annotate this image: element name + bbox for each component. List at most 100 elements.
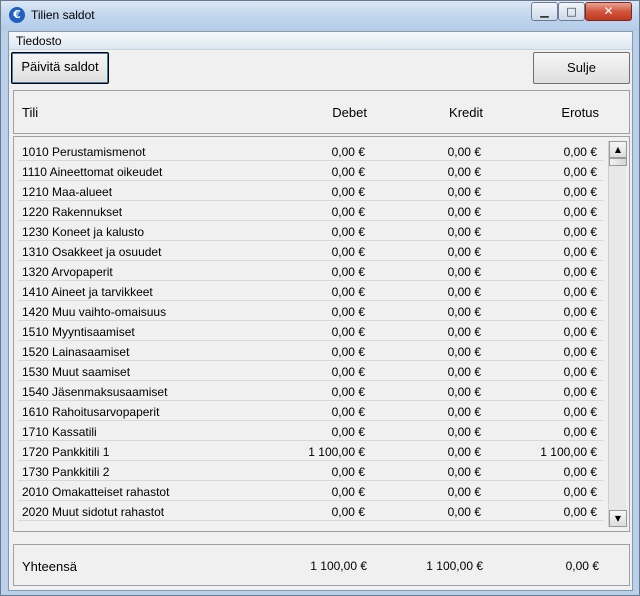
table-row[interactable]: 1720 Pankkitili 1 1 100,00 € 0,00 € 1 100,0… [18, 441, 603, 461]
minimize-icon: ▁ [540, 5, 549, 18]
table-row[interactable]: 1110 Aineettomat oikeudet 0,00 € 0,00 € 0,0… [18, 161, 603, 181]
debit-cell: 0,00 € [331, 465, 365, 479]
table-row[interactable]: 1530 Muut saamiset 0,00 € 0,00 € 0,00 € [18, 361, 603, 381]
table-row[interactable]: 1710 Kassatili 0,00 € 0,00 € 0,00 € [18, 421, 603, 441]
totals-row: Yhteensä 1 100,00 € 1 100,00 € 0,00 € [13, 544, 630, 586]
credit-cell: 0,00 € [447, 425, 481, 439]
credit-cell: 0,00 € [447, 485, 481, 499]
difference-cell: 0,00 € [563, 145, 597, 159]
header-difference: Erotus [561, 105, 599, 120]
difference-cell: 0,00 € [563, 485, 597, 499]
account-cell: 1730 Pankkitili 2 [22, 465, 110, 479]
credit-cell: 0,00 € [447, 505, 481, 519]
difference-cell: 0,00 € [563, 165, 597, 179]
credit-cell: 0,00 € [447, 285, 481, 299]
table-row[interactable]: 1540 Jäsenmaksusaamiset 0,00 € 0,00 € 0,00 … [18, 381, 603, 401]
difference-cell: 0,00 € [563, 205, 597, 219]
account-cell: 1540 Jäsenmaksusaamiset [22, 385, 168, 399]
menu-file[interactable]: Tiedosto [16, 34, 62, 48]
column-header: Tili Debet Kredit Erotus [13, 90, 630, 134]
difference-cell: 0,00 € [563, 465, 597, 479]
credit-cell: 0,00 € [447, 145, 481, 159]
debit-cell: 0,00 € [331, 165, 365, 179]
title-bar[interactable]: € Tilien saldot ▁ □ ✕ [1, 1, 639, 31]
debit-cell: 0,00 € [331, 385, 365, 399]
difference-cell: 0,00 € [563, 225, 597, 239]
table-row[interactable]: 1230 Koneet ja kalusto 0,00 € 0,00 € 0,00 € [18, 221, 603, 241]
table-row[interactable]: 1510 Myyntisaamiset 0,00 € 0,00 € 0,00 € [18, 321, 603, 341]
close-button[interactable]: Sulje [533, 52, 630, 84]
credit-cell: 0,00 € [447, 165, 481, 179]
table-row[interactable]: 1010 Perustamismenot 0,00 € 0,00 € 0,00 € [18, 141, 603, 161]
table-row[interactable]: 1520 Lainasaamiset 0,00 € 0,00 € 0,00 € [18, 341, 603, 361]
account-cell: 1230 Koneet ja kalusto [22, 225, 145, 239]
debit-cell: 0,00 € [331, 345, 365, 359]
difference-cell: 0,00 € [563, 345, 597, 359]
debit-cell: 0,00 € [331, 185, 365, 199]
credit-cell: 0,00 € [447, 405, 481, 419]
table-row[interactable]: 1730 Pankkitili 2 0,00 € 0,00 € 0,00 € [18, 461, 603, 481]
table-row[interactable]: 1610 Rahoitusarvopaperit 0,00 € 0,00 € 0,00… [18, 401, 603, 421]
account-cell: 1320 Arvopaperit [22, 265, 113, 279]
menu-bar: Tiedosto [9, 32, 632, 50]
difference-cell: 0,00 € [563, 185, 597, 199]
difference-cell: 0,00 € [563, 385, 597, 399]
table-row[interactable]: 2020 Muut sidotut rahastot 0,00 € 0,00 € 0,… [18, 501, 603, 521]
euro-icon: € [9, 7, 25, 23]
maximize-button[interactable]: □ [558, 2, 585, 21]
debit-cell: 0,00 € [331, 245, 365, 259]
scroll-up-button[interactable]: ▲ [609, 141, 627, 158]
credit-cell: 0,00 € [447, 345, 481, 359]
close-window-button[interactable]: ✕ [585, 2, 632, 21]
table-row[interactable]: 1220 Rakennukset 0,00 € 0,00 € 0,00 € [18, 201, 603, 221]
debit-cell: 0,00 € [331, 225, 365, 239]
credit-cell: 0,00 € [447, 305, 481, 319]
scroll-thumb[interactable] [609, 158, 627, 166]
arrow-up-icon: ▲ [614, 145, 622, 154]
account-cell: 1710 Kassatili [22, 425, 97, 439]
debit-cell: 0,00 € [331, 305, 365, 319]
account-cell: 1720 Pankkitili 1 [22, 445, 110, 459]
refresh-balances-button[interactable]: Päivitä saldot [11, 52, 109, 84]
difference-cell: 0,00 € [563, 305, 597, 319]
close-icon: ✕ [603, 4, 614, 18]
account-cell: 1510 Myyntisaamiset [22, 325, 135, 339]
credit-cell: 0,00 € [447, 265, 481, 279]
account-cell: 1210 Maa-alueet [22, 185, 113, 199]
account-cell: 1220 Rakennukset [22, 205, 123, 219]
difference-cell: 0,00 € [563, 425, 597, 439]
credit-cell: 0,00 € [447, 185, 481, 199]
table-row[interactable]: 1420 Muu vaihto-omaisuus 0,00 € 0,00 € 0,00… [18, 301, 603, 321]
debit-cell: 0,00 € [331, 485, 365, 499]
account-list: 1010 Perustamismenot 0,00 €0,00 €0,00 €11… [13, 136, 630, 532]
table-row[interactable]: 1410 Aineet ja tarvikkeet 0,00 € 0,00 € 0,0… [18, 281, 603, 301]
table-row[interactable]: 1210 Maa-alueet 0,00 € 0,00 € 0,00 € [18, 181, 603, 201]
balances-window: € Tilien saldot ▁ □ ✕ Tiedosto Päivitä s… [0, 0, 640, 596]
maximize-icon: □ [566, 5, 577, 18]
credit-cell: 0,00 € [447, 225, 481, 239]
client-area: Tiedosto Päivitä saldot Sulje Tili Debet… [8, 31, 633, 591]
debit-cell: 0,00 € [331, 265, 365, 279]
account-cell: 2020 Muut sidotut rahastot [22, 505, 165, 519]
debit-cell: 0,00 € [331, 365, 365, 379]
credit-cell: 0,00 € [447, 465, 481, 479]
difference-cell: 1 100,00 € [540, 445, 597, 459]
account-cell: 1610 Rahoitusarvopaperit [22, 405, 160, 419]
debit-cell: 0,00 € [331, 425, 365, 439]
credit-cell: 0,00 € [447, 325, 481, 339]
credit-cell: 0,00 € [447, 245, 481, 259]
debit-cell: 0,00 € [331, 285, 365, 299]
table-row[interactable]: 1310 Osakkeet ja osuudet 0,00 € 0,00 € 0,00… [18, 241, 603, 261]
totals-debit: 1 100,00 € [310, 559, 367, 573]
difference-cell: 0,00 € [563, 245, 597, 259]
table-row[interactable]: 1320 Arvopaperit 0,00 € 0,00 € 0,00 € [18, 261, 603, 281]
totals-credit: 1 100,00 € [426, 559, 483, 573]
debit-cell: 0,00 € [331, 405, 365, 419]
difference-cell: 0,00 € [563, 285, 597, 299]
header-credit: Kredit [449, 105, 483, 120]
table-row[interactable]: 2010 Omakatteiset rahastot 0,00 € 0,00 € 0,… [18, 481, 603, 501]
scroll-down-button[interactable]: ▼ [609, 510, 627, 527]
account-cell: 1410 Aineet ja tarvikkeet [22, 285, 153, 299]
minimize-button[interactable]: ▁ [531, 2, 558, 21]
vertical-scrollbar[interactable]: ▲ ▼ [608, 141, 627, 527]
